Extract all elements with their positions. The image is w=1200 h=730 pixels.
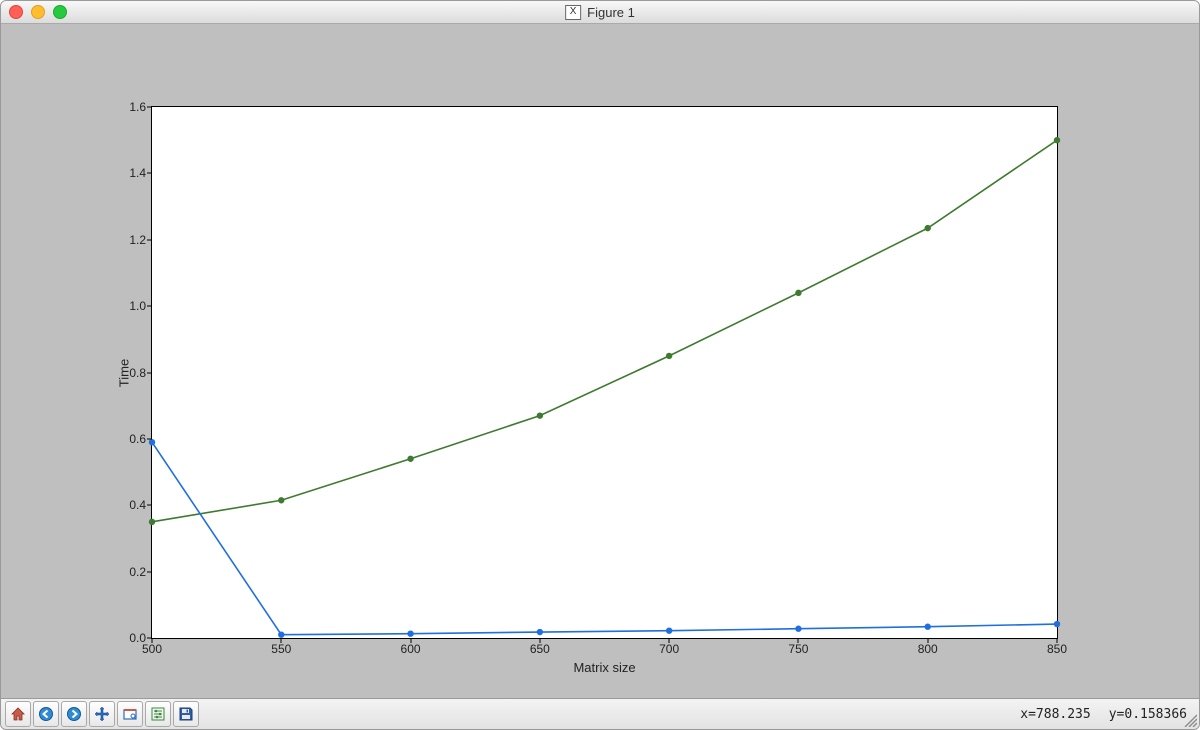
plot-lines-svg: [152, 107, 1057, 638]
save-button[interactable]: [173, 701, 199, 727]
x-axis-label: Matrix size: [573, 660, 635, 675]
cursor-x: x=788.235: [1020, 707, 1090, 722]
x-tick-label: 600: [401, 642, 421, 656]
x-tick-label: 800: [918, 642, 938, 656]
home-button[interactable]: [5, 701, 31, 727]
series-marker: [925, 624, 931, 630]
y-tick: [147, 306, 152, 307]
window-title: X Figure 1: [565, 5, 635, 20]
home-icon: [10, 706, 26, 722]
y-tick: [147, 372, 152, 373]
series-marker: [925, 225, 931, 231]
figure-window: X Figure 1 5005506006507007508008500.00.…: [0, 0, 1200, 730]
series-marker: [1054, 621, 1060, 627]
zoom-window-button[interactable]: [53, 5, 67, 19]
plot-axes[interactable]: 5005506006507007508008500.00.20.40.60.81…: [151, 106, 1058, 639]
figure-canvas[interactable]: 5005506006507007508008500.00.20.40.60.81…: [1, 24, 1199, 698]
y-tick-label: 1.4: [129, 166, 146, 180]
save-icon: [178, 706, 194, 722]
cursor-coordinates: x=788.235 y=0.158366: [1020, 707, 1187, 722]
titlebar: X Figure 1: [1, 1, 1199, 24]
series-marker: [149, 439, 155, 445]
y-tick-label: 0.6: [129, 432, 146, 446]
series-marker: [666, 353, 672, 359]
y-tick: [147, 438, 152, 439]
series-marker: [407, 456, 413, 462]
series-marker: [537, 629, 543, 635]
x-tick-label: 700: [659, 642, 679, 656]
y-tick: [147, 239, 152, 240]
zoom-rect-icon: [122, 706, 138, 722]
arrow-right-icon: [66, 706, 82, 722]
series-marker: [795, 626, 801, 632]
minimize-window-button[interactable]: [31, 5, 45, 19]
cursor-y: y=0.158366: [1109, 707, 1187, 722]
series-marker: [407, 630, 413, 636]
subplots-button[interactable]: [145, 701, 171, 727]
series-line: [152, 442, 1057, 634]
pan-button[interactable]: [89, 701, 115, 727]
move-icon: [94, 706, 110, 722]
x11-app-icon: X: [565, 5, 581, 20]
y-tick: [147, 505, 152, 506]
x-tick-label: 850: [1047, 642, 1067, 656]
series-marker: [795, 290, 801, 296]
y-tick-label: 0.2: [129, 565, 146, 579]
x-tick-label: 650: [530, 642, 550, 656]
zoom-button[interactable]: [117, 701, 143, 727]
y-tick-label: 0.8: [129, 366, 146, 380]
y-tick-label: 1.0: [129, 299, 146, 313]
forward-button[interactable]: [61, 701, 87, 727]
arrow-left-icon: [38, 706, 54, 722]
resize-grip-icon: [1183, 713, 1197, 727]
y-tick: [147, 107, 152, 108]
series-line: [152, 140, 1057, 522]
series-marker: [278, 497, 284, 503]
back-button[interactable]: [33, 701, 59, 727]
y-tick-label: 1.6: [129, 100, 146, 114]
sliders-icon: [150, 706, 166, 722]
series-marker: [537, 412, 543, 418]
series-marker: [1054, 137, 1060, 143]
x-tick-label: 550: [271, 642, 291, 656]
series-marker: [666, 628, 672, 634]
y-tick: [147, 173, 152, 174]
y-tick: [147, 571, 152, 572]
y-tick-label: 0.0: [129, 631, 146, 645]
close-window-button[interactable]: [9, 5, 23, 19]
nav-toolbar: x=788.235 y=0.158366: [1, 698, 1199, 729]
window-controls: [9, 5, 67, 19]
series-marker: [149, 519, 155, 525]
series-marker: [278, 631, 284, 637]
resize-grip[interactable]: [1183, 713, 1197, 727]
y-axis-label: Time: [117, 358, 132, 386]
y-tick-label: 1.2: [129, 233, 146, 247]
x-tick-label: 750: [788, 642, 808, 656]
y-tick-label: 0.4: [129, 498, 146, 512]
window-title-text: Figure 1: [587, 5, 635, 20]
y-tick: [147, 638, 152, 639]
